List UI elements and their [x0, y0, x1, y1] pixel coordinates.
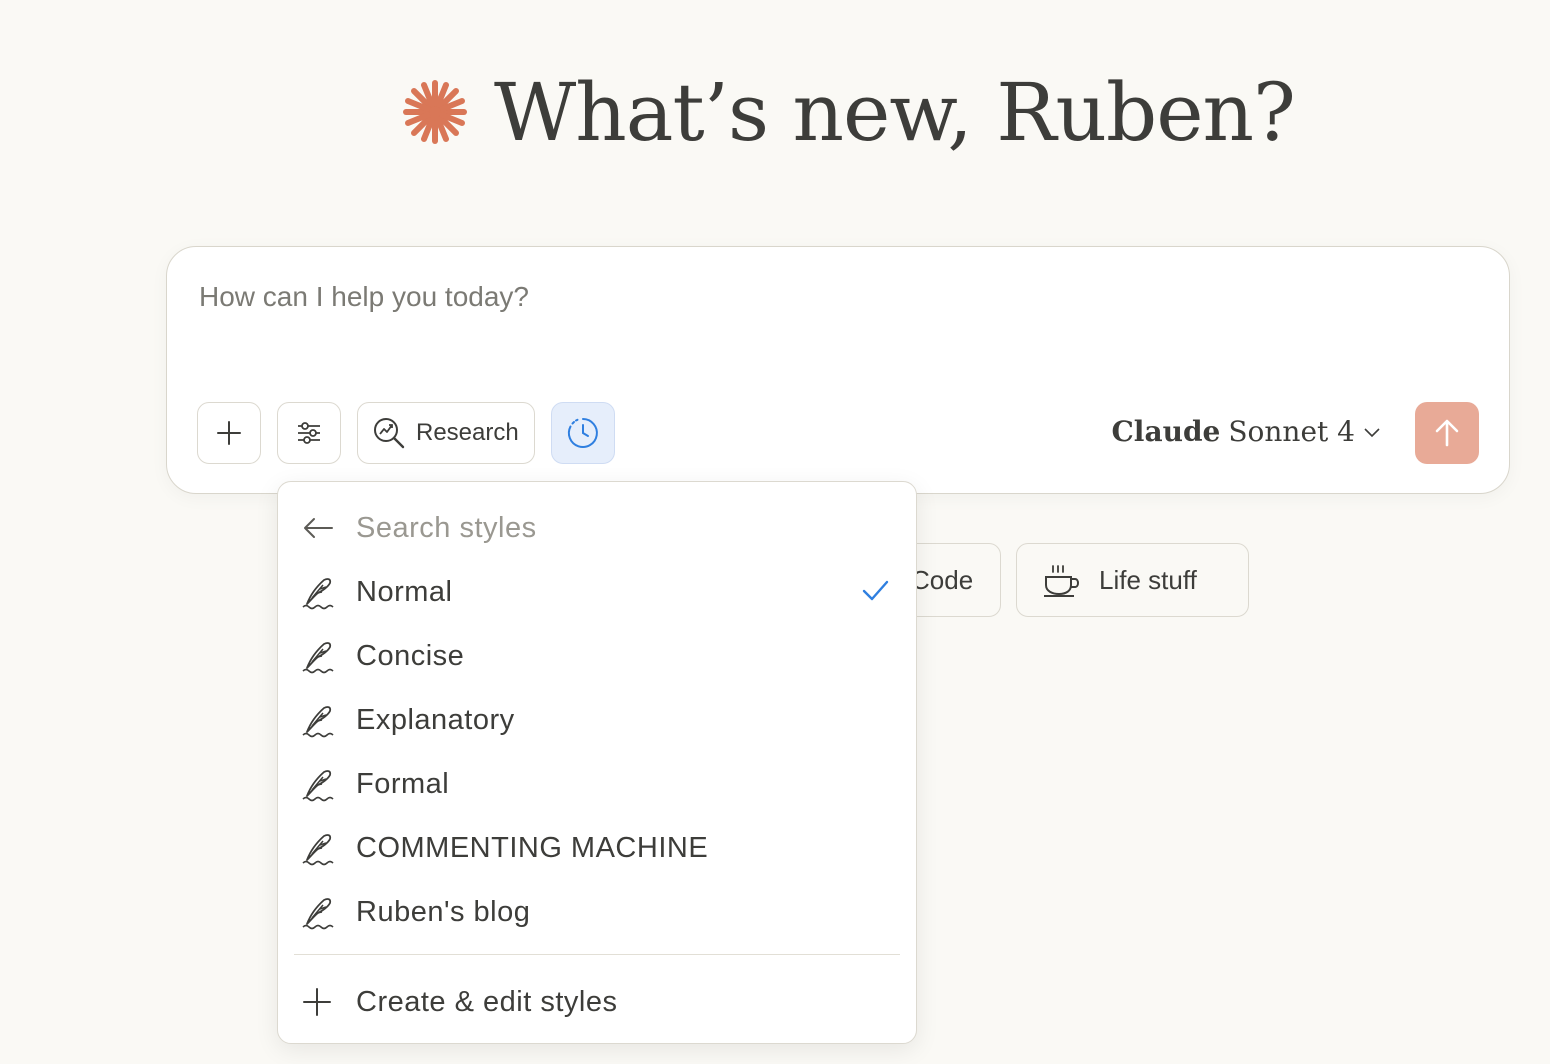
arrow-left-icon[interactable] [302, 516, 334, 540]
quill-icon [300, 638, 336, 674]
research-label: Research [416, 419, 519, 446]
model-name: Sonnet 4 [1228, 415, 1355, 448]
tools-button[interactable] [277, 402, 341, 464]
suggestion-chip-life-stuff[interactable]: Life stuff [1016, 543, 1249, 617]
style-item-concise[interactable]: Concise [300, 628, 896, 684]
plus-icon [303, 988, 331, 1016]
quill-icon [300, 702, 336, 738]
greeting: What’s new, Ruben? [400, 62, 1296, 162]
quill-icon [300, 574, 336, 610]
style-item-normal[interactable]: Normal [300, 564, 896, 620]
create-edit-styles-label: Create & edit styles [356, 985, 618, 1018]
style-button[interactable] [551, 402, 615, 464]
check-icon [862, 580, 889, 601]
quill-icon [300, 894, 336, 930]
style-item-label: Concise [356, 639, 465, 672]
style-item-formal[interactable]: Formal [300, 756, 896, 812]
sliders-icon [298, 422, 320, 444]
claude-spark-icon [403, 80, 467, 144]
search-styles-input[interactable]: Search styles [356, 512, 537, 545]
arrow-up-icon [1435, 419, 1459, 447]
coffee-cup-icon [1044, 565, 1079, 597]
style-item-commenting-machine[interactable]: COMMENTING MACHINE [300, 820, 896, 876]
plus-icon [217, 421, 241, 445]
style-item-label: Explanatory [356, 703, 515, 736]
greeting-title: What’s new, Ruben? [494, 65, 1296, 159]
send-button[interactable] [1415, 402, 1479, 464]
create-edit-styles-button[interactable]: Create & edit styles [302, 974, 617, 1030]
chat-composer: How can I help you today? Research Claud… [166, 246, 1510, 494]
style-item-explanatory[interactable]: Explanatory [300, 692, 896, 748]
chip-label: Life stuff [1099, 564, 1197, 595]
chip-label: Code [911, 564, 974, 595]
prompt-input[interactable]: How can I help you today? [199, 281, 529, 313]
model-selector[interactable]: Claude Sonnet 4 [1112, 415, 1381, 448]
add-content-button[interactable] [197, 402, 261, 464]
style-item-label: Formal [356, 767, 450, 800]
model-brand: Claude [1111, 415, 1221, 448]
style-item-label: Ruben's blog [356, 895, 531, 928]
style-item-rubens-blog[interactable]: Ruben's blog [300, 884, 896, 940]
quill-icon [300, 766, 336, 802]
styles-menu: Search styles Normal Concise Explanatory… [277, 481, 917, 1044]
style-search[interactable]: Search styles [302, 506, 537, 550]
style-item-label: COMMENTING MACHINE [356, 831, 709, 864]
style-item-label: Normal [356, 575, 453, 608]
research-button[interactable]: Research [357, 402, 535, 464]
menu-divider [294, 954, 900, 955]
chevron-down-icon [1364, 427, 1380, 437]
clock-icon [567, 418, 598, 448]
research-magnifier-icon [374, 418, 405, 449]
quill-icon [300, 830, 336, 866]
